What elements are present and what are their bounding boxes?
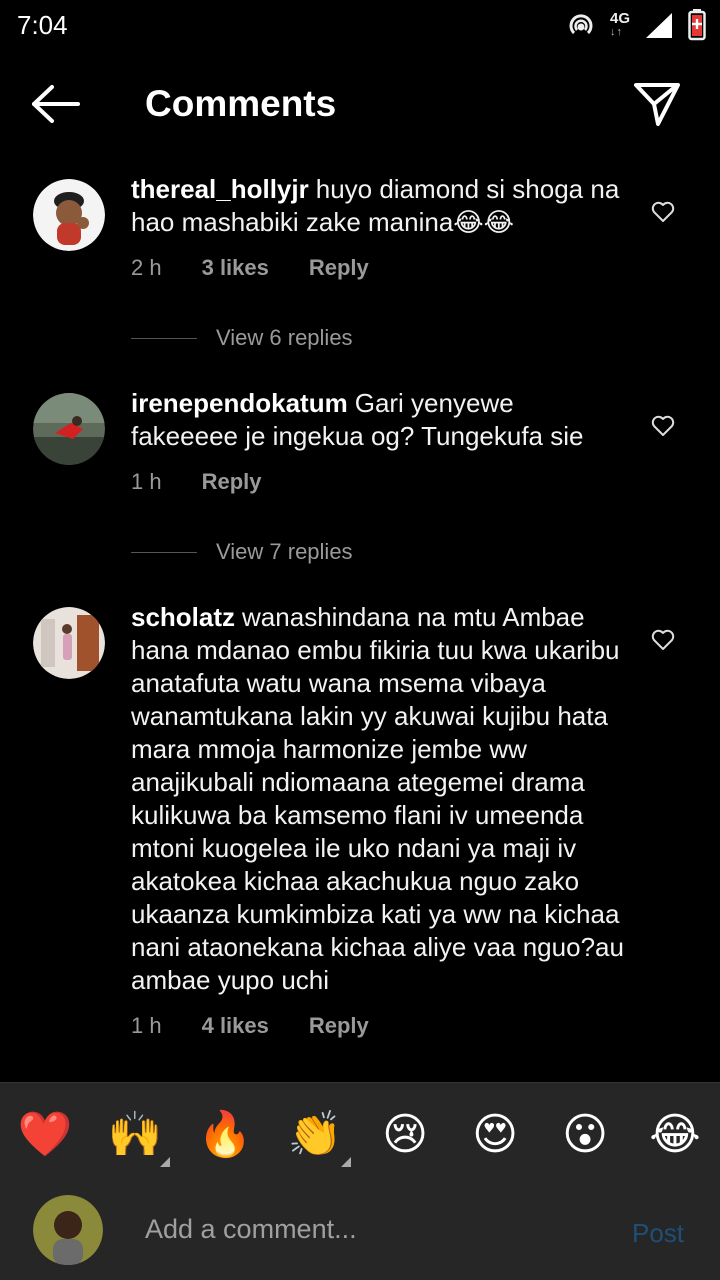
view-replies-label[interactable]: View 7 replies: [216, 539, 353, 565]
comment-body: wanashindana na mtu Ambae hana mdanao em…: [131, 602, 624, 995]
comment-meta: 1 h Reply: [131, 467, 624, 497]
divider: [131, 551, 197, 553]
avatar[interactable]: [33, 179, 105, 251]
comment-time: 1 h: [131, 469, 162, 494]
comment-likes[interactable]: 4 likes: [202, 1013, 269, 1039]
hotspot-icon: [569, 14, 593, 35]
skin-tone-indicator-icon: [160, 1157, 170, 1167]
surprised-emoji-button[interactable]: 😮: [557, 1107, 613, 1163]
reply-button[interactable]: Reply: [309, 1013, 369, 1039]
signal-icon: [646, 13, 672, 38]
raised-hands-emoji-button[interactable]: 🙌: [107, 1107, 163, 1163]
comment-meta: 2 h 3 likes Reply: [131, 253, 624, 283]
back-arrow-icon[interactable]: [30, 84, 82, 124]
status-icons: 4G ↓↑: [566, 9, 706, 41]
comment-username[interactable]: scholatz: [131, 602, 235, 632]
avatar[interactable]: [33, 607, 105, 679]
comment-time: 1 h: [131, 1013, 162, 1038]
heart-icon[interactable]: [650, 414, 676, 438]
comments-list[interactable]: thereal_hollyjr huyo diamond si shoga na …: [0, 160, 720, 1082]
heart-emoji-button[interactable]: ❤️: [17, 1107, 73, 1163]
heart-eyes-emoji-button[interactable]: 😍: [467, 1107, 523, 1163]
comment-username[interactable]: thereal_hollyjr: [131, 174, 309, 204]
comment-username[interactable]: irenependokatum: [131, 388, 348, 418]
comment-composer: Add a comment... Post: [0, 1182, 720, 1280]
reply-button[interactable]: Reply: [202, 469, 262, 495]
laughing-emoji-button[interactable]: 😂: [647, 1107, 703, 1163]
avatar[interactable]: [33, 393, 105, 465]
header: Comments: [0, 50, 720, 160]
heart-icon[interactable]: [650, 628, 676, 652]
status-time: 7:04: [17, 10, 68, 40]
comment: irenependokatum Gari yenyewe fakeeeee je …: [0, 374, 720, 569]
page-title: Comments: [145, 83, 337, 124]
comment-time: 2 h: [131, 255, 162, 280]
send-icon[interactable]: [632, 80, 682, 128]
battery-icon: [688, 9, 706, 41]
reply-button[interactable]: Reply: [309, 255, 369, 281]
clapping-emoji-button[interactable]: 👏: [287, 1107, 343, 1163]
status-bar: 7:04 4G ↓↑: [0, 0, 720, 50]
comment-meta: 1 h 4 likes Reply: [131, 1011, 624, 1041]
fire-emoji-button[interactable]: 🔥: [197, 1107, 253, 1163]
view-replies[interactable]: View 6 replies: [131, 321, 624, 355]
post-button[interactable]: Post: [632, 1218, 684, 1249]
divider: [131, 337, 197, 339]
emoji-reaction-bar: ❤️ 🙌 🔥 👏 😢 😍 😮 😂: [0, 1082, 720, 1182]
crying-emoji-button[interactable]: 😢: [377, 1107, 433, 1163]
skin-tone-indicator-icon: [341, 1157, 351, 1167]
network-type: 4G ↓↑: [609, 10, 630, 38]
comment-input[interactable]: Add a comment...: [145, 1214, 357, 1245]
data-arrows-icon: ↓↑: [609, 26, 623, 38]
heart-icon[interactable]: [650, 200, 676, 224]
my-avatar: [33, 1195, 103, 1265]
comment-likes[interactable]: 3 likes: [202, 255, 269, 281]
view-replies[interactable]: View 7 replies: [131, 535, 624, 569]
comment: thereal_hollyjr huyo diamond si shoga na …: [0, 160, 720, 355]
view-replies-label[interactable]: View 6 replies: [216, 325, 353, 351]
comment: scholatz wanashindana na mtu Ambae hana m…: [0, 588, 720, 1041]
